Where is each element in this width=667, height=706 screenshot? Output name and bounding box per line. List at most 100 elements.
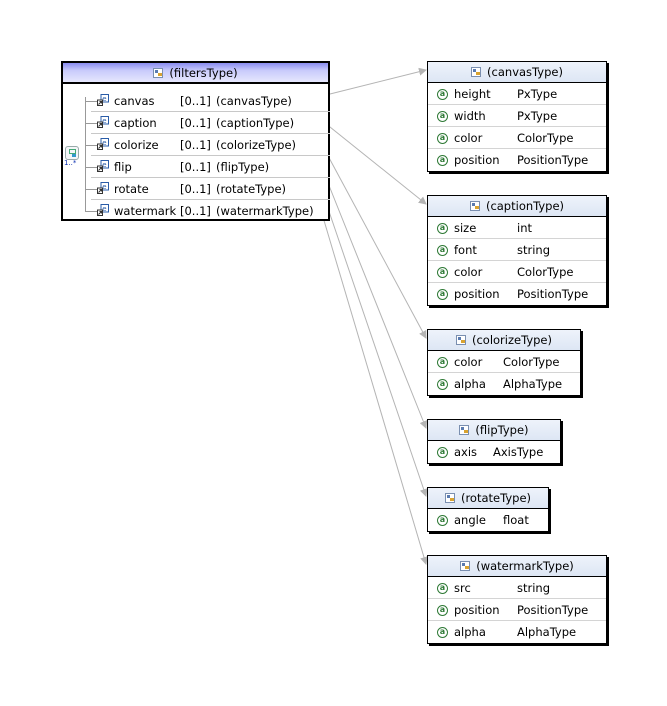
attribute-icon: a <box>437 110 448 122</box>
attribute-type: ColorType <box>503 355 560 369</box>
element-cardinality: [0..1] <box>180 160 211 174</box>
watermark-type-box[interactable]: (watermarkType) a src string a position Posi… <box>427 555 607 644</box>
attribute-row[interactable]: a src string <box>428 577 606 599</box>
attribute-icon: a <box>437 446 448 458</box>
element-cardinality: [0..1] <box>180 116 211 130</box>
attribute-name: color <box>454 355 483 369</box>
attribute-name: src <box>454 581 471 595</box>
type-title: (rotateType) <box>460 491 532 505</box>
attribute-icon: a <box>437 154 448 166</box>
element-row-canvas[interactable]: e canvas [0..1] (canvasType) <box>63 90 330 112</box>
element-icon: e <box>97 138 109 150</box>
element-icon: e <box>97 182 109 194</box>
attribute-row[interactable]: a position PositionType <box>428 149 606 171</box>
element-name: rotate <box>114 182 149 196</box>
connector-canvas <box>325 67 427 96</box>
element-icon: e <box>97 116 109 128</box>
complex-type-icon <box>469 201 480 211</box>
attribute-row[interactable]: a height PxType <box>428 83 606 105</box>
connector-watermark <box>319 206 428 565</box>
element-row-watermark[interactable]: e watermark [0..1] (watermarkType) <box>63 200 328 222</box>
element-icon: e <box>97 160 109 172</box>
flip-type-box[interactable]: (flipType) a axis AxisType <box>427 419 561 464</box>
attribute-icon: a <box>437 266 448 278</box>
caption-type-box[interactable]: (captionType) a size int a font string a colo… <box>427 195 607 306</box>
element-type: (rotateType) <box>216 182 287 196</box>
attribute-type: ColorType <box>517 265 574 279</box>
attribute-name: size <box>454 221 477 235</box>
canvas-type-box[interactable]: (canvasType) a height PxType a width PxType … <box>427 61 607 172</box>
filters-type-title: (filtersType) <box>169 65 238 80</box>
attribute-type: AlphaType <box>517 625 577 639</box>
complex-type-icon <box>460 561 471 571</box>
attribute-type: AlphaType <box>503 377 563 391</box>
attribute-name: alpha <box>454 377 486 391</box>
attribute-name: alpha <box>454 625 486 639</box>
attribute-name: font <box>454 243 477 257</box>
attribute-name: angle <box>454 513 486 527</box>
element-type: (canvasType) <box>216 94 292 108</box>
element-name: watermark <box>114 204 177 218</box>
colorize-type-box[interactable]: (colorizeType) a color ColorType a alpha Alp… <box>427 329 581 396</box>
element-row-flip[interactable]: e flip [0..1] (flipType) <box>63 156 330 178</box>
attribute-type: PxType <box>517 109 558 123</box>
attribute-type: string <box>517 243 551 257</box>
attribute-name: axis <box>454 445 478 459</box>
attribute-icon: a <box>437 132 448 144</box>
tree-branch <box>85 145 97 146</box>
attribute-type: int <box>517 221 532 235</box>
attribute-row[interactable]: a color ColorType <box>428 127 606 149</box>
attribute-type: PositionType <box>517 603 589 617</box>
connector-colorize <box>319 140 427 339</box>
element-row-caption[interactable]: e caption [0..1] (captionType) <box>63 112 330 134</box>
attribute-name: position <box>454 603 500 617</box>
attribute-row[interactable]: a width PxType <box>428 105 606 127</box>
filters-type-box[interactable]: (filtersType) 1..* e canvas [0..1] (canv… <box>61 61 330 221</box>
rotate-type-box[interactable]: (rotateType) a angle float <box>427 487 549 532</box>
attribute-icon: a <box>437 582 448 594</box>
attribute-icon: a <box>437 288 448 300</box>
attribute-icon: a <box>437 626 448 638</box>
attribute-row[interactable]: a color ColorType <box>428 351 580 373</box>
type-title: (captionType) <box>485 199 565 213</box>
type-header: (watermarkType) <box>428 556 606 577</box>
attribute-icon: a <box>437 378 448 390</box>
element-row-colorize[interactable]: e colorize [0..1] (colorizeType) <box>63 134 330 156</box>
complex-type-icon <box>471 67 482 77</box>
element-cardinality: [0..1] <box>180 94 211 108</box>
attribute-type: ColorType <box>517 131 574 145</box>
attribute-row[interactable]: a position PositionType <box>428 283 606 305</box>
type-title: (flipType) <box>475 423 529 437</box>
tree-branch <box>85 211 97 212</box>
attribute-row[interactable]: a font string <box>428 239 606 261</box>
attribute-row[interactable]: a size int <box>428 217 606 239</box>
type-header: (colorizeType) <box>428 330 580 351</box>
tree-branch <box>85 167 97 168</box>
attribute-row[interactable]: a position PositionType <box>428 599 606 621</box>
attribute-type: PxType <box>517 87 558 101</box>
complex-type-icon <box>444 493 455 503</box>
attribute-type: float <box>503 513 529 527</box>
element-cardinality: [0..1] <box>180 138 211 152</box>
attribute-name: position <box>454 287 500 301</box>
attribute-row[interactable]: a angle float <box>428 509 548 531</box>
element-cardinality: [0..1] <box>180 182 211 196</box>
attribute-icon: a <box>437 604 448 616</box>
connector-caption <box>319 118 427 205</box>
type-title: (colorizeType) <box>471 333 552 347</box>
attribute-name: height <box>454 87 491 101</box>
tree-branch <box>85 101 97 102</box>
element-type: (watermarkType) <box>216 204 314 218</box>
connector-rotate <box>319 184 428 497</box>
attribute-row[interactable]: a axis AxisType <box>428 441 560 463</box>
element-row-rotate[interactable]: e rotate [0..1] (rotateType) <box>63 178 330 200</box>
complex-type-icon <box>459 425 470 435</box>
attribute-icon: a <box>437 514 448 526</box>
attribute-icon: a <box>437 222 448 234</box>
attribute-row[interactable]: a alpha AlphaType <box>428 621 606 643</box>
attribute-row[interactable]: a alpha AlphaType <box>428 373 580 395</box>
attribute-type: PositionType <box>517 287 589 301</box>
element-name: canvas <box>114 94 155 108</box>
attribute-type: PositionType <box>517 153 589 167</box>
attribute-row[interactable]: a color ColorType <box>428 261 606 283</box>
